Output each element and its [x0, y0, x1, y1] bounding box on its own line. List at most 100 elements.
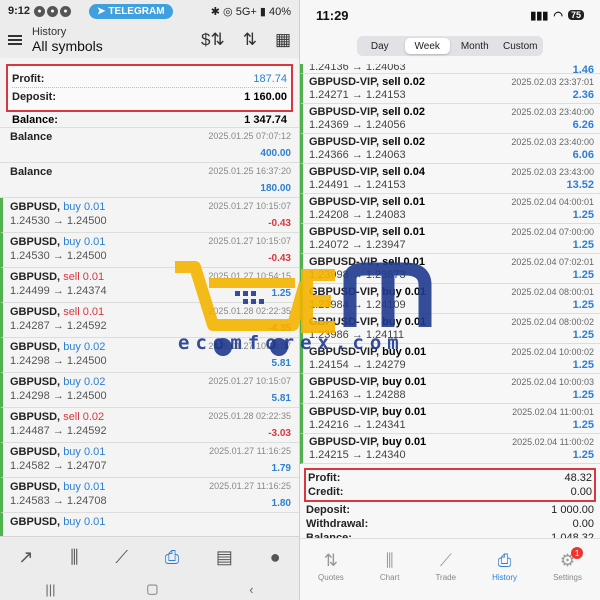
chat-icon[interactable]: ● [270, 547, 281, 568]
tab-trade[interactable]: ⟋ Trade [435, 551, 456, 582]
deal-prices: 1.24298 → 1.24500 [10, 390, 107, 402]
deal-row[interactable]: GBPUSD, sell 0.02 1.24487 → 1.24592 2025.0… [0, 408, 299, 443]
deal-profit: 13.52 [566, 179, 594, 191]
deal-profit: -0.43 [268, 218, 291, 229]
tab-history[interactable]: ⎙ History [492, 551, 517, 582]
bottom-tab-bar: ⇅ Quotes ⫼ Chart ⟋ Trade ⎙ History ⚙ 1 Setting… [300, 538, 600, 590]
deal-prices: 1.24154 → 1.24279 [309, 359, 406, 371]
deal-prices: 1.24072 → 1.23947 [309, 239, 406, 251]
deal-row[interactable]: GBPUSD-VIP, sell 0.01 1.24208 → 1.24083 20… [300, 194, 600, 224]
deal-symbol: GBPUSD, [10, 271, 61, 283]
deal-date: 2025.02.03 23:37:01 [511, 77, 594, 87]
notification-icon: ● [60, 5, 72, 17]
news-icon[interactable]: ▤ [216, 547, 233, 568]
balance-value: 1 347.74 [244, 113, 287, 126]
deal-symbol: Balance [10, 166, 53, 178]
chart-icon: ⫼ [385, 551, 394, 570]
deal-row[interactable]: GBPUSD, buy 0.01 1.24583 → 1.24708 2025.01… [0, 478, 299, 513]
deal-symbol: GBPUSD, [10, 236, 61, 248]
telegram-pill[interactable]: ➤ TELEGRAM [89, 3, 173, 19]
deposit-value: 1 000.00 [551, 504, 594, 516]
status-time: 11:29 [316, 7, 349, 23]
credit-row: Credit: 0.00 [308, 485, 592, 499]
quotes-icon[interactable]: ↗ [18, 547, 33, 568]
deal-prices: 1.24366 → 1.24063 [309, 149, 406, 161]
tab-chart[interactable]: ⫼ Chart [380, 551, 400, 582]
status-right: ✱ ◎ 5G+ ▮ 40% [210, 5, 291, 18]
status-time: 9:12 [8, 5, 31, 17]
tab-custom[interactable]: Custom [498, 36, 544, 56]
dollar-sort-icon[interactable]: $⇅ [201, 30, 225, 50]
deal-row[interactable]: GBPUSD, buy 0.01 1.24582 → 1.24707 2025.01… [0, 443, 299, 478]
deal-prices: 1.24216 → 1.24341 [309, 419, 406, 431]
deal-row[interactable]: GBPUSD-VIP, sell 0.02 1.24271 → 1.24153 20… [300, 74, 600, 104]
tab-settings[interactable]: ⚙ 1 Settings [553, 547, 584, 582]
deal-date: 2025.02.03 23:43:00 [511, 167, 594, 177]
balance-operation-row[interactable]: Balance 2025.01.25 16:37:20 180.00 [0, 163, 299, 198]
tab-week[interactable]: Week [404, 38, 450, 54]
deal-row[interactable]: GBPUSD, buy 0.02 1.24298 → 1.24500 2025.01… [0, 373, 299, 408]
balance-operation-row[interactable]: Balance 2025.01.25 07:07:12 400.00 [0, 128, 299, 163]
deal-row[interactable]: GBPUSD, buy 0.01 1.24530 → 1.24500 2025.01… [0, 198, 299, 233]
deal-prices: 1.24215 → 1.24340 [309, 449, 406, 461]
history-icon[interactable]: ⎙ [165, 547, 179, 568]
tab-day[interactable]: Day [357, 36, 403, 56]
deal-type: sell 0.02 [382, 76, 425, 88]
notification-icons: ● ● ● [34, 5, 72, 17]
deal-row[interactable]: GBPUSD-VIP, sell 0.02 1.24369 → 1.24056 20… [300, 104, 600, 134]
home-icon[interactable]: ▢ [146, 581, 158, 597]
deal-type: sell 0.01 [63, 271, 105, 283]
deal-row[interactable]: GBPUSD-VIP, sell 0.04 1.24491 → 1.24153 20… [300, 164, 600, 194]
deal-prices: 1.24583 → 1.24708 [10, 495, 107, 507]
deal-row[interactable]: GBPUSD, buy 0.01 1.24530 → 1.24500 2025.01… [0, 233, 299, 268]
deal-date: 2025.02.03 23:40:00 [511, 137, 594, 147]
recents-icon[interactable]: ||| [45, 582, 55, 597]
tab-month[interactable]: Month [452, 36, 498, 56]
deal-row[interactable]: GBPUSD-VIP, buy 0.01 1.24163 → 1.24288 202… [300, 374, 600, 404]
deal-profit: 400.00 [260, 148, 291, 159]
deal-date: 2025.01.25 07:07:12 [208, 131, 291, 141]
deal-symbol: GBPUSD-VIP, [309, 376, 380, 388]
menu-icon[interactable] [8, 35, 22, 45]
deal-prices: 1.24530 → 1.24500 [10, 250, 107, 262]
deal-date: 2025.02.04 08:00:01 [511, 287, 594, 297]
deposit-value: 1 160.00 [244, 91, 287, 103]
deal-prices: 1.24582 → 1.24707 [10, 460, 107, 472]
deal-symbol: GBPUSD, [10, 201, 61, 213]
profit-value: 187.74 [253, 72, 287, 85]
credit-value: 0.00 [570, 486, 592, 498]
deal-row[interactable]: GBPUSD-VIP, sell 0.01 1.24072 → 1.23947 20… [300, 224, 600, 254]
deal-profit: 1.25 [572, 299, 594, 311]
tab-quotes[interactable]: ⇅ Quotes [318, 551, 344, 582]
deal-row[interactable]: GBPUSD-VIP, buy 0.01 1.23984 → 1.24109 202… [300, 284, 600, 314]
deal-row[interactable]: GBPUSD-VIP, sell 0.02 1.24366 → 1.24063 20… [300, 134, 600, 164]
back-icon[interactable]: ‹ [249, 582, 253, 597]
deal-date: 2025.02.04 11:00:02 [512, 437, 594, 447]
deal-type: sell 0.04 [382, 166, 425, 178]
deal-date: 2025.02.04 10:00:02 [511, 347, 594, 357]
deposit-label: Deposit: [12, 91, 56, 103]
deal-row[interactable]: GBPUSD, sell 0.01 1.24499 → 1.24374 2025.0… [0, 268, 299, 303]
sort-icon[interactable]: ⇅ [243, 30, 257, 50]
chart-icon[interactable]: ⫼ [70, 547, 78, 568]
list-item[interactable]: 1.24136 → 1.24063 1.46 [300, 64, 600, 74]
settings-badge: 1 [571, 547, 584, 559]
deal-row[interactable]: GBPUSD-VIP, sell 0.01 1.23998 → 1.23873 20… [300, 254, 600, 284]
trade-icon[interactable]: ⟋ [115, 547, 128, 568]
status-bar: 9:12 ● ● ● ➤ TELEGRAM ✱ ◎ 5G+ ▮ 40% [0, 0, 299, 22]
deal-date: 2025.02.04 07:00:00 [511, 227, 594, 237]
deal-type: sell 0.02 [382, 136, 425, 148]
calendar-icon[interactable]: ▦ [275, 30, 291, 50]
deal-type: buy 0.01 [382, 286, 427, 298]
deal-type: sell 0.02 [63, 411, 105, 423]
deal-date: 2025.01.27 10:15:07 [208, 201, 291, 211]
deal-row[interactable]: GBPUSD-VIP, buy 0.01 1.24215 → 1.24340 202… [300, 434, 600, 464]
telegram-icon: ➤ [97, 5, 106, 17]
header-tools: $⇅ ⇅ ▦ [201, 30, 291, 50]
deal-date: 2025.02.04 11:00:01 [512, 407, 594, 417]
deposit-row: Deposit: 1 160.00 [12, 88, 287, 106]
deal-date: 2025.02.04 10:00:03 [511, 377, 594, 387]
deal-row[interactable]: GBPUSD-VIP, buy 0.01 1.24216 → 1.24341 202… [300, 404, 600, 434]
deal-profit: 1.25 [572, 239, 594, 251]
history-icon: ⎙ [497, 551, 512, 570]
